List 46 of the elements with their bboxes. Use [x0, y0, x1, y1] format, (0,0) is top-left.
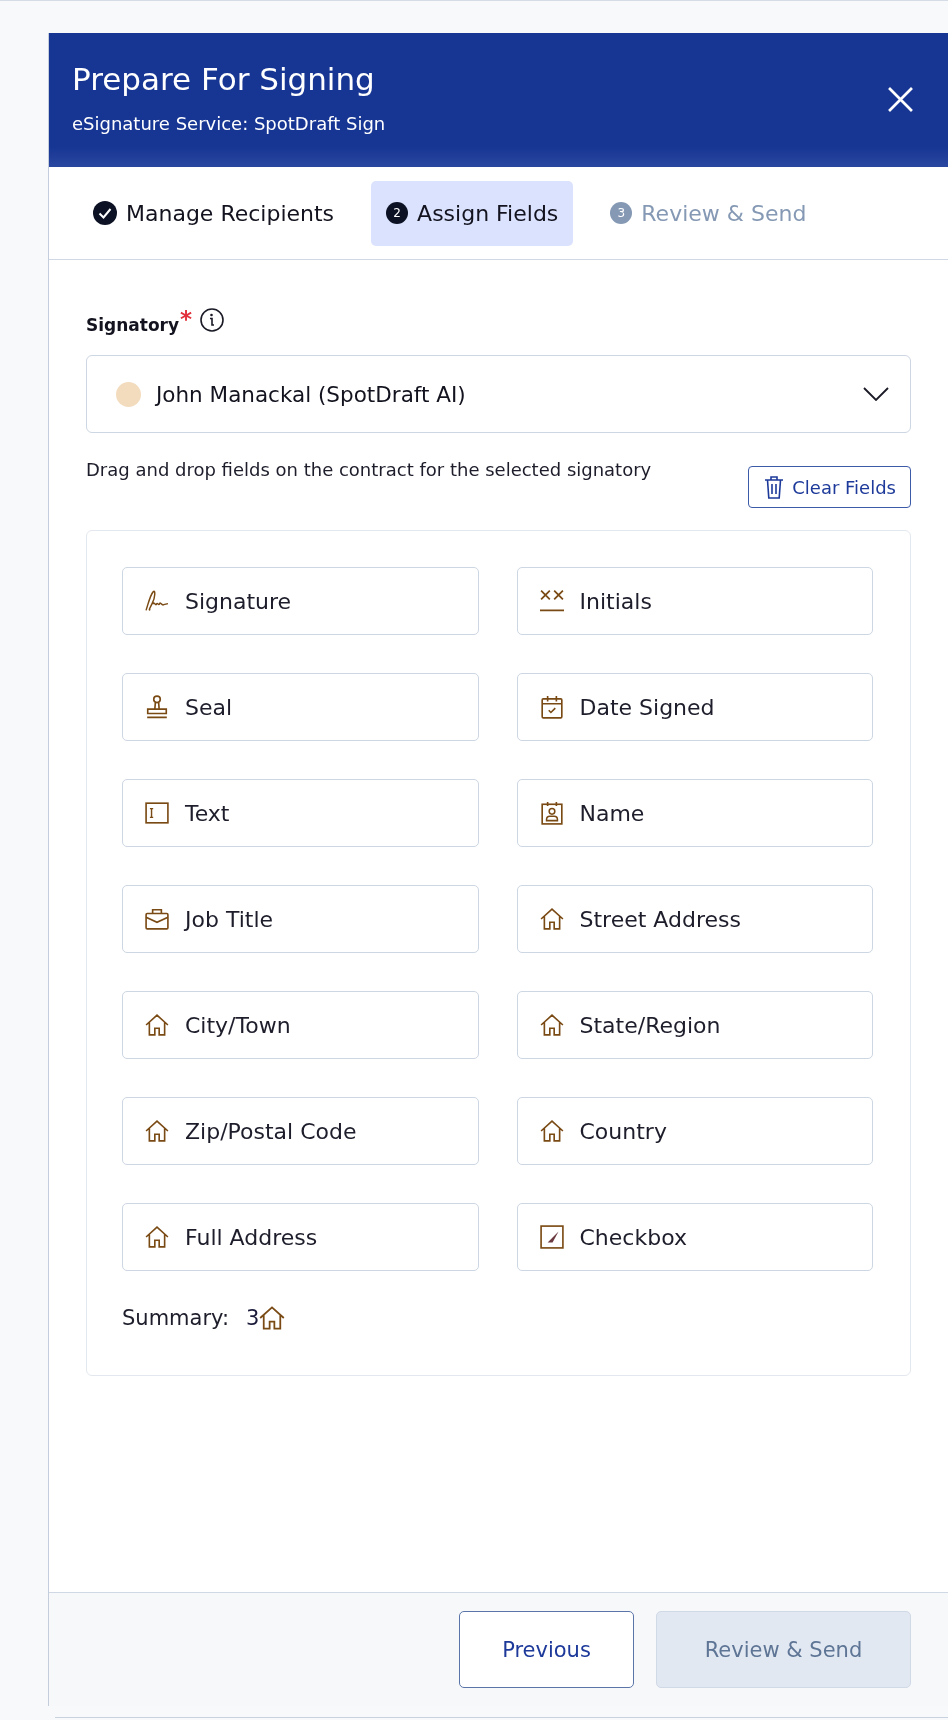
house-icon: [539, 907, 564, 931]
step-tab[interactable]: 2 Assign Fields: [371, 180, 574, 246]
field-tile[interactable]: State/Region: [516, 991, 873, 1059]
calendar-icon: [539, 695, 564, 719]
field-tile[interactable]: Initials: [516, 567, 873, 635]
signatory-dropdown[interactable]: John Manackal (SpotDraft AI): [86, 355, 911, 433]
instructions-text: Drag and drop fields on the contract for the selected signatory: [86, 458, 653, 482]
field-tile[interactable]: Full Address: [122, 1203, 479, 1271]
field-tile[interactable]: Text: [122, 779, 479, 847]
field-tile[interactable]: Street Address: [516, 885, 873, 953]
trash-icon: [764, 475, 785, 499]
house-icon: [145, 1225, 169, 1249]
id-badge-icon: [539, 801, 564, 825]
field-tile[interactable]: Seal: [122, 673, 479, 741]
text-box-icon: [145, 801, 169, 825]
step-number: 3: [610, 202, 633, 224]
stamp-icon: [145, 695, 169, 719]
house-icon: [539, 1013, 564, 1037]
field-tile[interactable]: Job Title: [122, 885, 479, 953]
step-number: 2: [386, 202, 409, 224]
field-tile[interactable]: Checkbox: [516, 1203, 873, 1271]
field-tile[interactable]: Name: [516, 779, 873, 847]
dialog-title: Prepare For Signing: [72, 59, 376, 99]
initials-icon: [539, 589, 564, 613]
summary-count: 3: [246, 1306, 260, 1330]
clear-fields-button[interactable]: Clear Fields: [748, 466, 911, 508]
field-tile[interactable]: Zip/Postal Code: [122, 1097, 479, 1165]
secondary-button[interactable]: Previous: [459, 1611, 634, 1688]
house-icon: [539, 1119, 564, 1143]
dialog-subtitle: eSignature Service: SpotDraft Sign: [72, 111, 386, 136]
house-icon: [145, 1119, 169, 1143]
briefcase-icon: [145, 907, 169, 931]
chevron-down-icon: [863, 387, 889, 401]
summary-label: Summary:: [122, 1306, 230, 1330]
checkbox-icon: [539, 1225, 564, 1249]
house-icon: [259, 1305, 286, 1331]
close-icon[interactable]: [888, 86, 913, 112]
check-circle-icon: [93, 201, 117, 225]
step-tab[interactable]: Manage Recipients: [78, 180, 350, 246]
field-tile[interactable]: Date Signed: [516, 673, 873, 741]
signature-icon: [145, 589, 169, 613]
field-tile[interactable]: City/Town: [122, 991, 479, 1059]
house-icon: [145, 1013, 169, 1037]
field-tile[interactable]: Country: [516, 1097, 873, 1165]
info-icon[interactable]: [200, 308, 225, 332]
field-tile[interactable]: Signature: [122, 567, 479, 635]
